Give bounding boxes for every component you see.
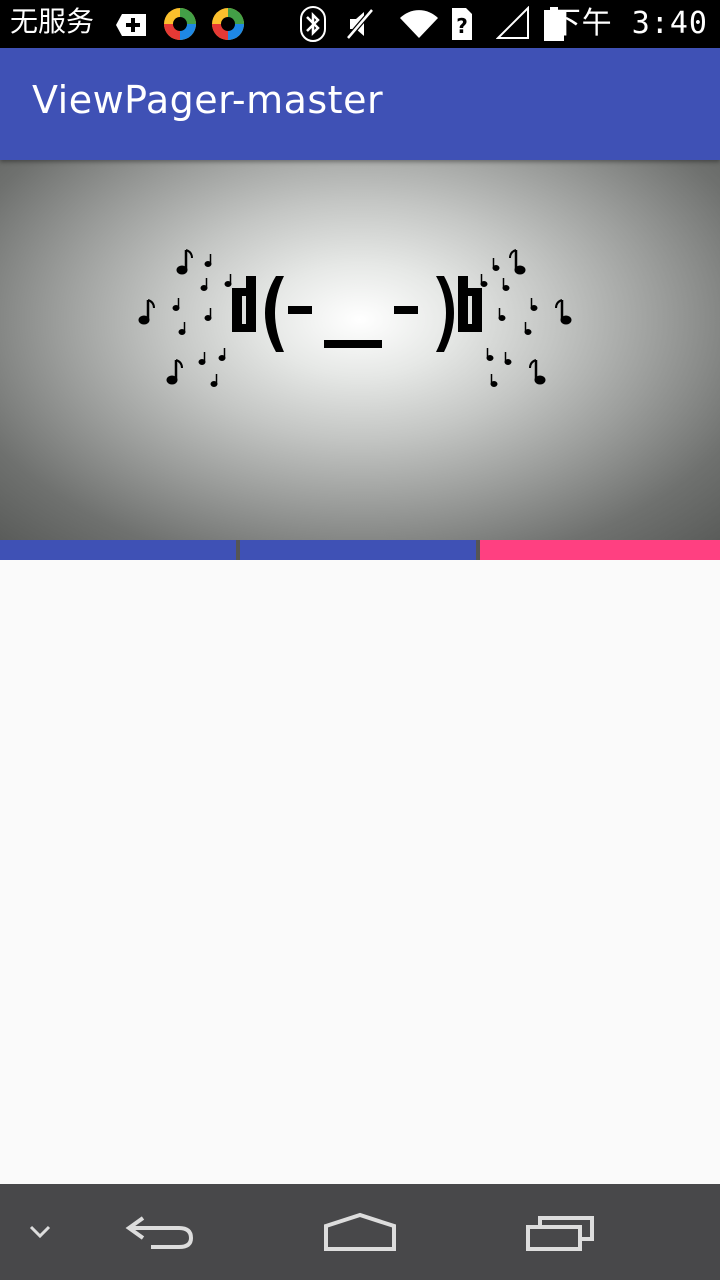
app-toolbar: ViewPager-master xyxy=(0,48,720,160)
face-left-paren xyxy=(265,276,284,352)
content-area xyxy=(0,560,720,1184)
face-left-eye xyxy=(288,306,312,314)
unknown-sim-icon: ? xyxy=(450,6,474,46)
collapse-button[interactable] xyxy=(20,1184,60,1280)
recents-icon xyxy=(526,1216,594,1251)
headphones-face-image xyxy=(138,249,572,387)
face-d-letter xyxy=(232,276,256,332)
signal-icon xyxy=(495,5,530,44)
tab-page-1[interactable] xyxy=(0,540,236,560)
face-mouth xyxy=(324,340,382,348)
music-notes-right xyxy=(480,249,572,387)
svg-text:?: ? xyxy=(456,14,468,38)
bluetooth-icon xyxy=(300,6,326,46)
clock-text: 下午 3:40 xyxy=(550,6,708,41)
tab-page-3[interactable] xyxy=(480,540,720,560)
page-indicator xyxy=(0,540,720,560)
face-right-paren xyxy=(436,276,454,352)
system-nav-bar xyxy=(0,1184,720,1280)
colorful-app-icon xyxy=(210,6,246,46)
wifi-icon xyxy=(398,8,440,44)
tab-page-2[interactable] xyxy=(240,540,476,560)
colorful-app-icon xyxy=(162,6,198,46)
back-button[interactable] xyxy=(110,1184,210,1280)
status-bar: 无服务 ? 下午 3:40 xyxy=(0,0,720,48)
home-button[interactable] xyxy=(310,1184,410,1280)
view-pager-page[interactable] xyxy=(0,160,720,540)
page-title: ViewPager-master xyxy=(32,78,384,122)
collapse-chevron-icon xyxy=(29,1225,51,1239)
mute-icon xyxy=(344,6,376,46)
home-icon xyxy=(324,1212,396,1251)
face-b-letter xyxy=(458,276,482,332)
back-icon xyxy=(125,1216,194,1249)
carrier-text: 无服务 xyxy=(10,5,95,38)
face-right-eye xyxy=(394,306,418,314)
music-notes-left xyxy=(138,249,232,387)
recents-button[interactable] xyxy=(510,1184,610,1280)
plus-notification-icon xyxy=(116,10,150,44)
